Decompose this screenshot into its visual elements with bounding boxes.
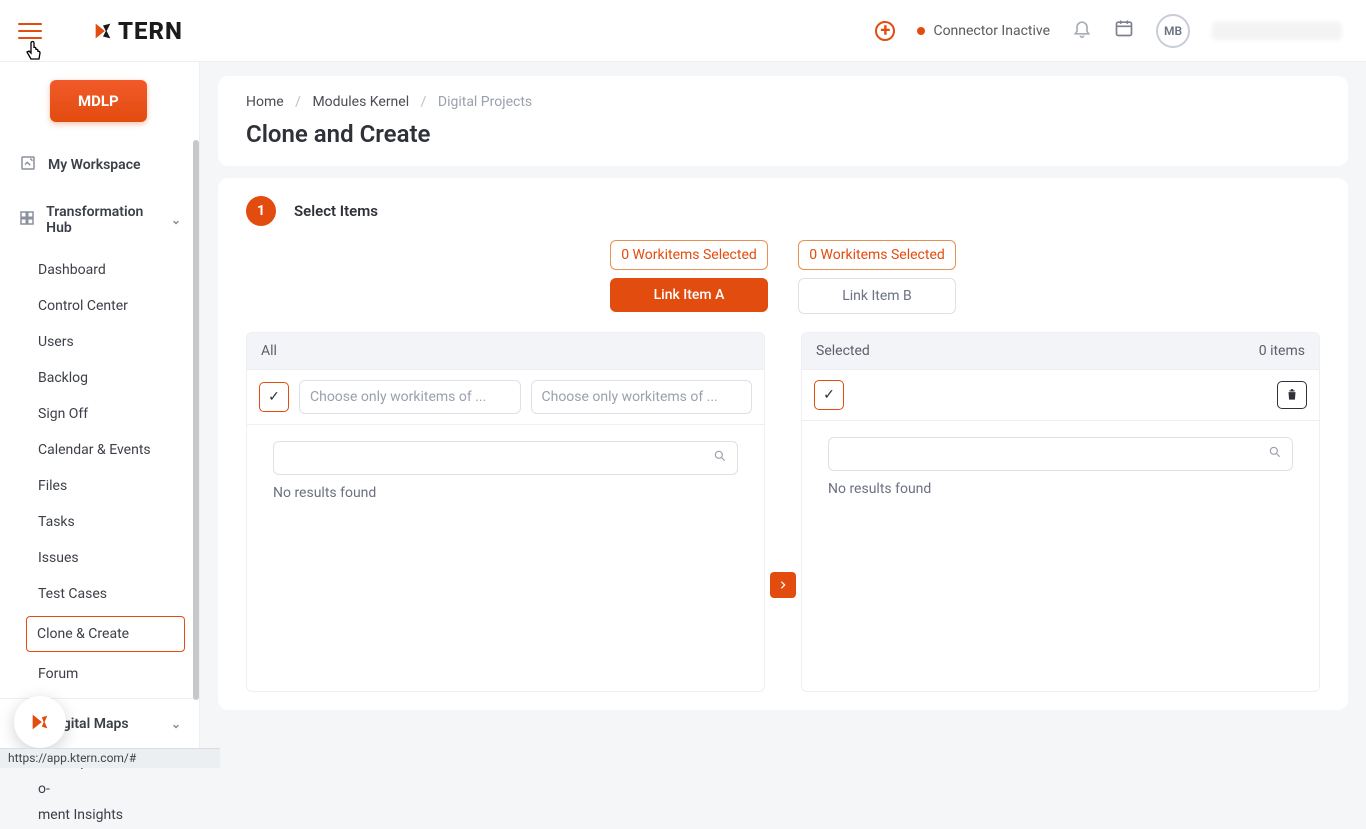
workitem-filter-1[interactable]: Choose only workitems of ... (299, 380, 521, 414)
menu-toggle-button[interactable] (18, 18, 42, 44)
sidebar-item-backlog[interactable]: Backlog (0, 360, 199, 396)
grid-icon (18, 209, 36, 231)
select-all-checkbox[interactable]: ✓ (259, 382, 289, 412)
search-icon (713, 449, 727, 467)
step-card: 1 Select Items 0 Workitems Selected Link… (218, 178, 1348, 710)
sidebar-item-users[interactable]: Users (0, 324, 199, 360)
logo-icon (29, 711, 51, 733)
connector-status[interactable]: Connector Inactive (917, 23, 1050, 39)
sidebar-item-clone-create[interactable]: Clone & Create (26, 616, 185, 652)
sidebar-item-dashboard[interactable]: Dashboard (0, 252, 199, 288)
workitem-filter-2[interactable]: Choose only workitems of ... (531, 380, 753, 414)
link-item-b-button[interactable]: Link Item B (798, 278, 956, 314)
calendar-icon[interactable] (1114, 18, 1134, 43)
sidebar-item-tasks[interactable]: Tasks (0, 504, 199, 540)
panel-count-right: 0 items (1259, 343, 1305, 359)
logo-icon (92, 20, 114, 42)
selected-count-b: 0 Workitems Selected (798, 240, 956, 270)
user-avatar[interactable]: MB (1156, 14, 1190, 48)
connector-status-text: Connector Inactive (933, 23, 1050, 39)
search-field-right[interactable] (828, 437, 1293, 471)
chevron-down-icon: ⌄ (171, 717, 181, 731)
sidebar-item-calendar-events[interactable]: Calendar & Events (0, 432, 199, 468)
sidebar-item-sign-off[interactable]: Sign Off (0, 396, 199, 432)
workspace-icon (18, 154, 38, 176)
add-button[interactable]: + (875, 21, 895, 41)
notifications-icon[interactable] (1072, 18, 1092, 43)
app-logo[interactable]: TERN (92, 17, 183, 45)
nav-transformation-hub[interactable]: Transformation Hub ⌄ (0, 190, 199, 250)
sidebar-item-control-center[interactable]: Control Center (0, 288, 199, 324)
logo-text: TERN (118, 17, 183, 45)
sidebar-item-issues[interactable]: Issues (0, 540, 199, 576)
panel-header-left: All (261, 343, 277, 359)
page-header-card: Home / Modules Kernel / Digital Projects… (218, 76, 1348, 166)
status-url: https://app.ktern.com/# (8, 751, 136, 765)
project-button[interactable]: MDLP (50, 80, 147, 122)
breadcrumb-home[interactable]: Home (246, 94, 284, 110)
panel-header-right: Selected (816, 343, 870, 359)
status-dot-icon (917, 27, 925, 35)
hub-submenu: Dashboard Control Center Users Backlog S… (0, 250, 199, 698)
nav-label: Transformation Hub (46, 204, 161, 236)
step-title: Select Items (294, 202, 378, 220)
help-floating-button[interactable] (14, 696, 66, 748)
sidebar: MDLP My Workspace Transformation Hub ⌄ D… (0, 62, 200, 768)
breadcrumb-mid[interactable]: Modules Kernel (312, 94, 409, 110)
step-number-badge: 1 (246, 196, 276, 226)
selected-items-panel: Selected 0 items ✓ (801, 332, 1320, 692)
nav-label: My Workspace (48, 157, 141, 173)
chevron-down-icon: ⌄ (171, 213, 181, 227)
search-icon (1268, 445, 1282, 463)
main-content: Home / Modules Kernel / Digital Projects… (200, 62, 1366, 768)
sidebar-scrollbar[interactable] (193, 140, 199, 700)
no-results-left: No results found (273, 485, 738, 501)
breadcrumb: Home / Modules Kernel / Digital Projects (246, 94, 1320, 110)
delete-selected-button[interactable] (1277, 381, 1307, 409)
breadcrumb-current: Digital Projects (438, 94, 532, 110)
all-items-panel: All ✓ Choose only workitems of ... Choos… (246, 332, 765, 692)
sidebar-item-partial-2[interactable]: o- (38, 776, 199, 803)
page-title: Clone and Create (246, 120, 1320, 148)
search-input-right[interactable] (839, 446, 1268, 462)
nav-my-workspace[interactable]: My Workspace (0, 140, 199, 190)
avatar-initials: MB (1164, 24, 1182, 38)
select-all-selected-checkbox[interactable]: ✓ (814, 380, 844, 410)
sidebar-item-forum[interactable]: Forum (0, 656, 199, 692)
sidebar-item-files[interactable]: Files (0, 468, 199, 504)
sidebar-item-test-cases[interactable]: Test Cases (0, 576, 199, 612)
topbar: TERN + Connector Inactive MB (0, 0, 1366, 62)
no-results-right: No results found (828, 481, 1293, 497)
sidebar-item-partial-3[interactable]: ment Insights (38, 802, 199, 829)
transfer-right-button[interactable] (770, 572, 796, 598)
search-input-left[interactable] (284, 450, 713, 466)
status-bar: https://app.ktern.com/# (0, 748, 220, 768)
user-name-redacted (1212, 22, 1342, 40)
selected-count-a: 0 Workitems Selected (610, 240, 768, 270)
link-item-a-button[interactable]: Link Item A (610, 278, 768, 312)
search-field-left[interactable] (273, 441, 738, 475)
